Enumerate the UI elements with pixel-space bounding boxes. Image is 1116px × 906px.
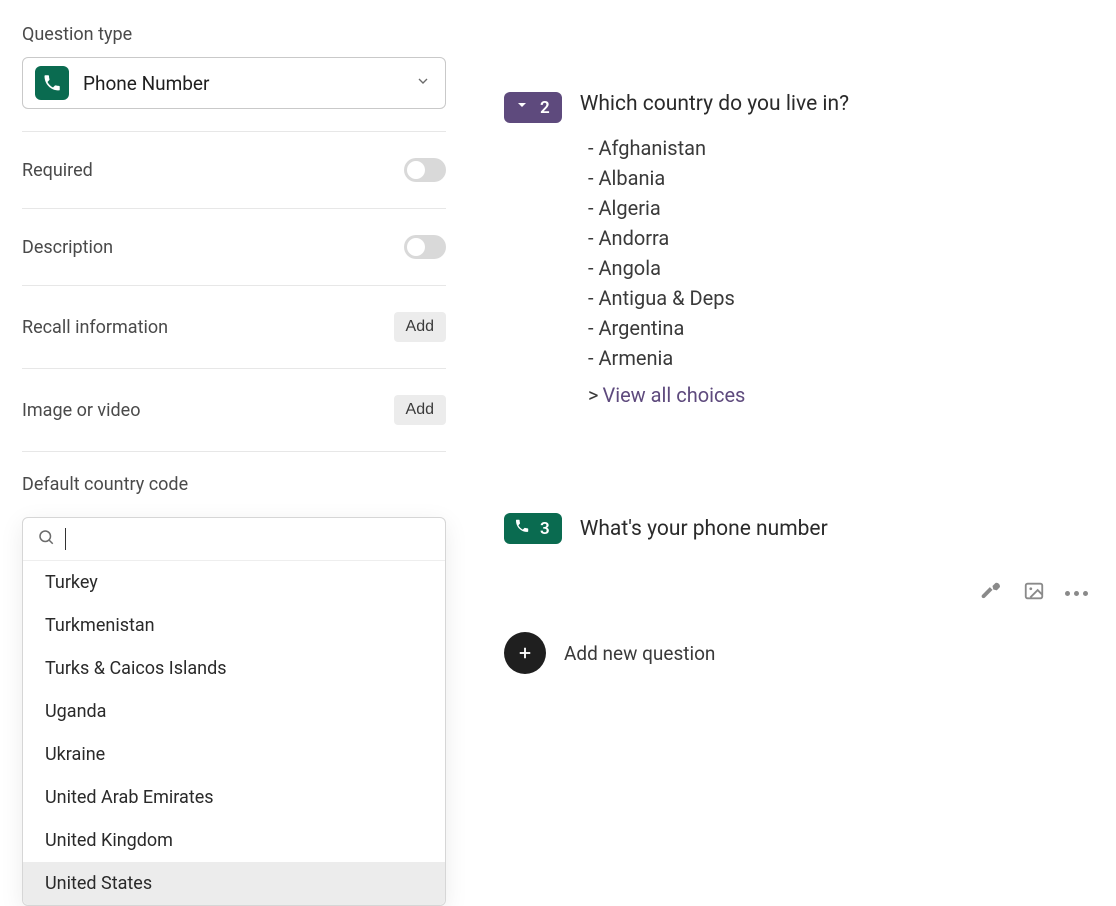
wrench-icon[interactable] bbox=[981, 580, 1003, 606]
question-type-value: Phone Number bbox=[83, 72, 209, 95]
image-video-add-button[interactable]: Add bbox=[394, 395, 446, 425]
country-option[interactable]: Ukraine bbox=[23, 733, 445, 776]
question-title-3: What's your phone number bbox=[580, 517, 828, 541]
questions-canvas: 2 Which country do you live in? - Afghan… bbox=[468, 0, 1116, 868]
more-icon[interactable] bbox=[1065, 591, 1088, 596]
country-option[interactable]: Turks & Caicos Islands bbox=[23, 647, 445, 690]
choice-item: - Armenia bbox=[588, 343, 1092, 373]
description-label: Description bbox=[22, 237, 113, 258]
search-icon bbox=[37, 528, 55, 550]
add-question-label: Add new question bbox=[564, 642, 715, 665]
country-option[interactable]: United Arab Emirates bbox=[23, 776, 445, 819]
country-option[interactable]: United Kingdom bbox=[23, 819, 445, 862]
choice-item: - Antigua & Deps bbox=[588, 283, 1092, 313]
country-option[interactable]: Uganda bbox=[23, 690, 445, 733]
question-title-2: Which country do you live in? bbox=[580, 92, 849, 116]
choice-item: - Andorra bbox=[588, 223, 1092, 253]
question-block-2: 2 Which country do you live in? - Afghan… bbox=[504, 92, 1092, 407]
question-block-3: 3 What's your phone number bbox=[504, 513, 1092, 544]
question-choices-2: - Afghanistan- Albania- Algeria- Andorra… bbox=[588, 133, 1092, 373]
image-video-label: Image or video bbox=[22, 400, 140, 421]
choice-item: - Algeria bbox=[588, 193, 1092, 223]
divider bbox=[22, 451, 446, 452]
image-icon[interactable] bbox=[1023, 580, 1045, 606]
country-option[interactable]: Turkmenistan bbox=[23, 604, 445, 647]
add-question-row: Add new question bbox=[504, 632, 1092, 674]
add-question-button[interactable] bbox=[504, 632, 546, 674]
required-label: Required bbox=[22, 160, 93, 181]
country-option[interactable]: Turkey bbox=[23, 561, 445, 604]
country-search-input[interactable] bbox=[76, 529, 431, 550]
question-number: 3 bbox=[540, 519, 550, 539]
search-cursor bbox=[65, 528, 66, 550]
choice-item: - Albania bbox=[588, 163, 1092, 193]
view-all-choices-link[interactable]: >View all choices bbox=[588, 383, 1092, 407]
question-badge-3[interactable]: 3 bbox=[504, 513, 562, 544]
recall-add-button[interactable]: Add bbox=[394, 312, 446, 342]
recall-label: Recall information bbox=[22, 317, 168, 338]
country-option[interactable]: United States bbox=[23, 862, 445, 905]
phone-icon bbox=[35, 66, 69, 100]
choice-item: - Angola bbox=[588, 253, 1092, 283]
country-code-dropdown: TurkeyTurkmenistanTurks & Caicos Islands… bbox=[22, 517, 446, 906]
question-action-icons bbox=[981, 580, 1088, 606]
divider bbox=[22, 131, 446, 132]
divider bbox=[22, 285, 446, 286]
required-toggle[interactable] bbox=[404, 158, 446, 182]
question-type-select[interactable]: Phone Number bbox=[22, 57, 446, 109]
description-toggle[interactable] bbox=[404, 235, 446, 259]
settings-sidebar: Question type Phone Number Required Desc… bbox=[0, 0, 468, 868]
choice-item: - Argentina bbox=[588, 313, 1092, 343]
question-type-label: Question type bbox=[22, 24, 446, 45]
question-number: 2 bbox=[540, 98, 550, 118]
divider bbox=[22, 208, 446, 209]
phone-icon bbox=[514, 518, 530, 539]
default-country-code-label: Default country code bbox=[22, 474, 446, 495]
country-option-list: TurkeyTurkmenistanTurks & Caicos Islands… bbox=[23, 561, 445, 905]
question-badge-2[interactable]: 2 bbox=[504, 92, 562, 123]
divider bbox=[22, 368, 446, 369]
choice-item: - Afghanistan bbox=[588, 133, 1092, 163]
chevron-down-icon bbox=[514, 97, 530, 118]
chevron-down-icon bbox=[415, 73, 431, 93]
